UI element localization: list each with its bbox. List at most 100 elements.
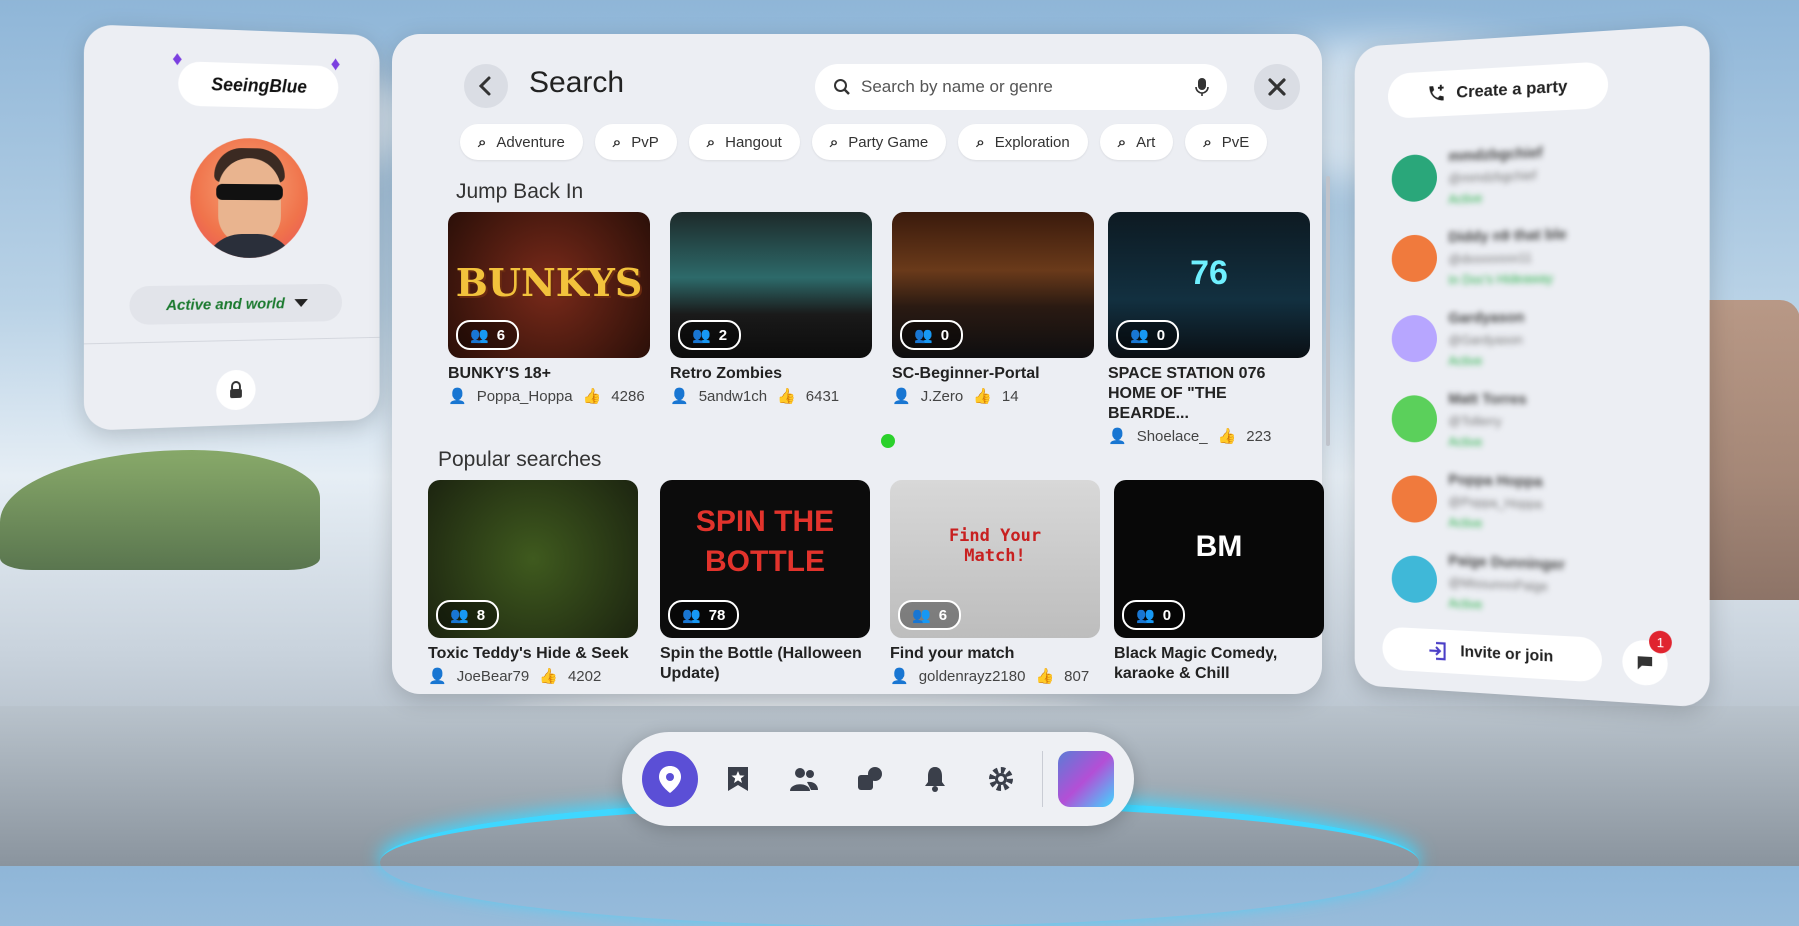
location-icon bbox=[656, 764, 684, 794]
search-icon: ⌕ bbox=[976, 134, 984, 151]
world-title: Black Magic Comedy, karaoke & Chill bbox=[1114, 644, 1324, 684]
world-likes: 6431 bbox=[806, 388, 839, 405]
world-thumbnail: Find Your Match! 👥 6 bbox=[890, 480, 1100, 638]
search-content: Search Search by name or genre ⌕ Adventur… bbox=[392, 34, 1322, 694]
world-title: Toxic Teddy's Hide & Seek bbox=[428, 644, 638, 664]
world-card[interactable]: 👥 0 SC-Beginner-Portal 👤 J.Zero 👍 14 bbox=[892, 212, 1094, 405]
chip-hangout[interactable]: ⌕ Hangout bbox=[689, 124, 800, 160]
chip-art[interactable]: ⌕ Art bbox=[1100, 124, 1174, 160]
person-icon: 👤 bbox=[428, 667, 447, 685]
world-title: Retro Zombies bbox=[670, 364, 872, 384]
world-card[interactable]: 👥 2 Retro Zombies 👤 5andw1ch 👍 6431 bbox=[670, 212, 872, 405]
chat-button[interactable]: 1 bbox=[1622, 639, 1667, 687]
avatar bbox=[1392, 315, 1437, 362]
world-thumbnail: BUNKYS 👥 6 bbox=[448, 212, 650, 358]
world-likes: 14 bbox=[1002, 388, 1019, 405]
chip-exploration[interactable]: ⌕ Exploration bbox=[958, 124, 1087, 160]
friend-item[interactable]: Diddy n9 that ble @dxxxxxxxx11 In Doc's … bbox=[1392, 227, 1658, 285]
player-count-badge: 👥 78 bbox=[668, 600, 739, 630]
search-icon: ⌕ bbox=[707, 134, 715, 151]
dock bbox=[622, 732, 1134, 826]
world-card[interactable]: SPIN THE BOTTLE 👥 78 Spin the Bottle (Hal… bbox=[660, 480, 870, 684]
status-label: Active and world bbox=[166, 295, 285, 314]
search-placeholder: Search by name or genre bbox=[861, 77, 1185, 97]
section-title-jump-back-in: Jump Back In bbox=[456, 180, 583, 204]
friend-item[interactable]: Paige Dunninger @MissunnnPaige Active bbox=[1392, 553, 1658, 616]
friend-item[interactable]: mmdzbgchief @mmdzbgchief Active bbox=[1392, 142, 1658, 204]
world-author: goldenrayz2180 bbox=[919, 668, 1026, 685]
friend-item[interactable]: Gardyason @Gardyason Active bbox=[1392, 311, 1658, 364]
avatar bbox=[1392, 395, 1437, 442]
avatar[interactable] bbox=[190, 137, 308, 258]
microphone-icon[interactable] bbox=[1195, 77, 1209, 97]
person-icon: 👤 bbox=[448, 387, 467, 405]
close-icon bbox=[1267, 77, 1287, 97]
world-author: J.Zero bbox=[921, 388, 964, 405]
search-icon: ⌕ bbox=[1118, 134, 1126, 151]
back-button[interactable] bbox=[464, 64, 508, 108]
chip-party-game[interactable]: ⌕ Party Game bbox=[812, 124, 946, 160]
world-likes: 223 bbox=[1246, 428, 1271, 445]
notification-badge: 1 bbox=[1649, 630, 1672, 654]
world-thumbnail: 76 👥 0 bbox=[1108, 212, 1310, 358]
dock-explore[interactable] bbox=[642, 751, 698, 807]
people-icon: 👥 bbox=[692, 326, 711, 344]
dock-people[interactable] bbox=[779, 754, 829, 804]
search-icon: ⌕ bbox=[1203, 134, 1211, 151]
chat-icon bbox=[1636, 653, 1655, 672]
search-icon: ⌕ bbox=[478, 134, 486, 151]
dock-settings[interactable] bbox=[976, 754, 1026, 804]
people-icon: 👥 bbox=[1130, 326, 1149, 344]
add-call-icon bbox=[1426, 82, 1447, 105]
search-icon: ⌕ bbox=[830, 134, 838, 151]
thumbs-up-icon: 👍 bbox=[973, 387, 992, 405]
world-likes: 4202 bbox=[568, 668, 601, 685]
dock-current-world[interactable] bbox=[1058, 751, 1114, 807]
scrollbar[interactable] bbox=[1326, 176, 1330, 446]
person-icon: 👤 bbox=[1108, 427, 1127, 445]
thumbs-up-icon: 👍 bbox=[1218, 427, 1237, 445]
search-icon bbox=[833, 78, 851, 96]
bookmark-star-icon bbox=[725, 765, 751, 793]
world-thumbnail: 👥 8 bbox=[428, 480, 638, 638]
world-likes: 807 bbox=[1064, 668, 1089, 685]
friend-item[interactable]: Matt Torres @Tollerry Active bbox=[1392, 393, 1658, 448]
create-party-button[interactable]: Create a party bbox=[1388, 61, 1608, 119]
world-thumbnail: BM 👥 0 bbox=[1114, 480, 1324, 638]
dock-shapes[interactable] bbox=[845, 754, 895, 804]
section-title-popular: Popular searches bbox=[438, 448, 601, 472]
world-author: JoeBear79 bbox=[457, 668, 530, 685]
enter-icon bbox=[1428, 640, 1449, 663]
people-icon: 👥 bbox=[912, 606, 931, 624]
people-icon: 👥 bbox=[450, 606, 469, 624]
world-card[interactable]: 76 👥 0 SPACE STATION 076 HOME OF "THE BEA… bbox=[1108, 212, 1310, 445]
world-card[interactable]: Find Your Match! 👥 6 Find your match 👤 gol… bbox=[890, 480, 1100, 685]
friend-item[interactable]: Poppa Hoppa @Poppa_Hoppa Active bbox=[1392, 473, 1658, 532]
people-icon bbox=[789, 766, 819, 792]
dock-notifications[interactable] bbox=[910, 754, 960, 804]
avatar bbox=[1392, 555, 1437, 604]
chip-adventure[interactable]: ⌕ Adventure bbox=[460, 124, 583, 160]
close-button[interactable] bbox=[1254, 64, 1300, 110]
chevron-left-icon bbox=[475, 75, 497, 97]
invite-or-join-button[interactable]: Invite or join bbox=[1382, 626, 1602, 682]
chip-pve[interactable]: ⌕ PvE bbox=[1185, 124, 1267, 160]
profile-panel: ♦ ♦ SeeingBlue Active and world bbox=[84, 24, 380, 431]
world-card[interactable]: BM 👥 0 Black Magic Comedy, karaoke & Chil… bbox=[1114, 480, 1324, 684]
world-card[interactable]: BUNKYS 👥 6 BUNKY'S 18+ 👤 Poppa_Hoppa 👍 4286 bbox=[448, 212, 650, 405]
username-label[interactable]: SeeingBlue bbox=[178, 61, 338, 109]
gem-icon: ♦ bbox=[172, 48, 182, 72]
player-count-badge: 👥 2 bbox=[678, 320, 741, 350]
world-card[interactable]: 👥 8 Toxic Teddy's Hide & Seek 👤 JoeBear79 … bbox=[428, 480, 638, 685]
chevron-down-icon bbox=[294, 299, 307, 307]
person-icon: 👤 bbox=[890, 667, 909, 685]
player-count-badge: 👥 0 bbox=[900, 320, 963, 350]
lock-button[interactable] bbox=[216, 369, 255, 410]
world-title: Find your match bbox=[890, 644, 1100, 664]
avatar bbox=[1392, 234, 1437, 282]
dock-saved[interactable] bbox=[714, 754, 764, 804]
status-dropdown[interactable]: Active and world bbox=[129, 284, 342, 325]
search-input[interactable]: Search by name or genre bbox=[815, 64, 1227, 110]
chip-pvp[interactable]: ⌕ PvP bbox=[595, 124, 677, 160]
shapes-icon bbox=[856, 765, 884, 793]
